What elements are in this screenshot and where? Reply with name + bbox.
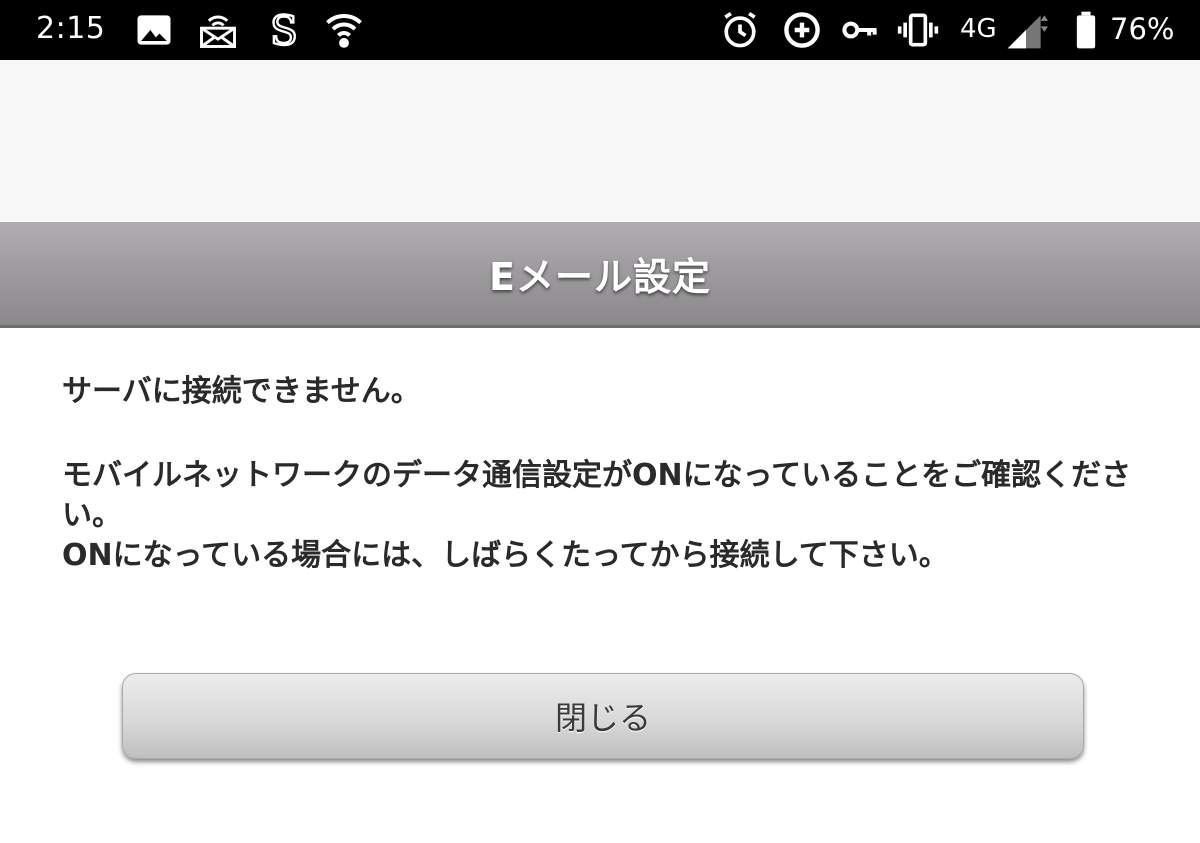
s-app-icon: S [262,8,306,52]
data-saver-icon [780,8,824,52]
svg-text:S: S [270,8,298,52]
close-button-label: 閉じる [554,699,651,737]
battery-icon [1064,8,1108,52]
alarm-icon [718,8,762,52]
image-icon [132,8,176,52]
battery-percent: 76% [1110,12,1175,46]
dialog-header: Eメール設定 [0,222,1200,328]
instruction-message: モバイルネットワークのデータ通信設定がONになっていることをご確認ください。 [62,458,1132,533]
dialog-body: サーバに接続できません。 モバイルネットワークのデータ通信設定がONになっている… [0,328,1200,843]
cast-signal-icon [196,8,240,52]
dialog-title: Eメール設定 [489,255,711,299]
vpn-key-icon [838,8,882,52]
shield-icon [322,8,366,52]
vibrate-icon [896,8,940,52]
status-time: 2:15 [36,11,106,46]
close-button[interactable]: 閉じる [122,673,1084,759]
status-bar: 2:15 S 4G 76% [0,0,1200,60]
background-area [0,60,1200,222]
retry-message: ONになっている場合には、しばらくたってから接続して下さい。 [62,538,949,573]
network-type-label: 4G [960,14,997,44]
error-message: サーバに接続できません。 [62,374,421,409]
cell-signal-icon [1004,8,1048,52]
